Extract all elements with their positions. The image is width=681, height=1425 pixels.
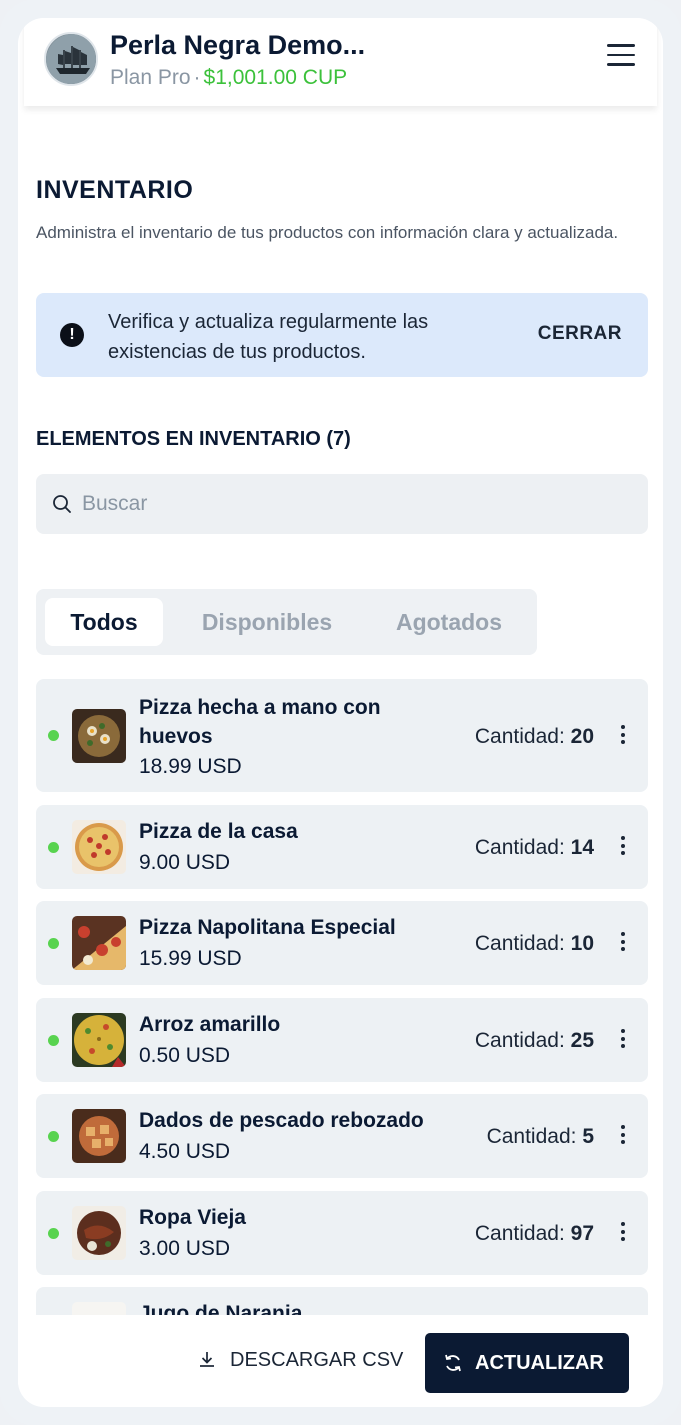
plan-name: Plan Pro (110, 66, 191, 89)
product-price: 18.99 USD (139, 755, 242, 778)
ship-logo-icon (46, 34, 96, 84)
more-vertical-icon[interactable] (618, 1029, 628, 1051)
product-quantity: Cantidad: 25 (474, 1029, 594, 1052)
product-price: 4.50 USD (139, 1140, 231, 1163)
inventory-item[interactable]: Pizza Napolitana Especial 15.99 USD Cant… (36, 901, 648, 985)
product-image (72, 1109, 126, 1163)
product-name: Ropa Vieja (139, 1206, 246, 1229)
more-vertical-icon[interactable] (618, 1125, 628, 1147)
business-avatar[interactable] (44, 32, 98, 86)
page-title: INVENTARIO (36, 176, 194, 204)
product-name-line2: huevos (139, 725, 213, 748)
product-price: 9.00 USD (139, 851, 231, 874)
product-name: Dados de pescado rebozado (139, 1109, 424, 1132)
product-price: 15.99 USD (139, 947, 242, 970)
alert-close-button[interactable]: CERRAR (538, 323, 622, 345)
bottom-action-bar: DESCARGAR CSV ACTUALIZAR (18, 1315, 663, 1407)
more-vertical-icon[interactable] (618, 725, 628, 747)
tab-disponibles[interactable]: Disponibles (182, 598, 352, 646)
more-vertical-icon[interactable] (618, 1222, 628, 1244)
status-dot (48, 842, 59, 853)
search-box (36, 474, 648, 534)
status-dot (48, 1228, 59, 1239)
alert-text: Verifica y actualiza regularmente las ex… (108, 311, 429, 363)
top-bar: Perla Negra Demo... Plan Pro · $1,001.00 C… (24, 18, 657, 106)
download-icon (200, 1352, 214, 1367)
tab-agotados[interactable]: Agotados (374, 598, 524, 646)
tab-todos[interactable]: Todos (45, 598, 163, 646)
product-image (72, 1013, 126, 1067)
search-icon (53, 495, 71, 513)
inventory-item[interactable]: Dados de pescado rebozado 4.50 USD Canti… (36, 1094, 648, 1178)
product-name: Pizza hecha a mano con (139, 696, 381, 719)
more-vertical-icon[interactable] (618, 836, 628, 858)
product-image (72, 1206, 126, 1260)
product-image (72, 820, 126, 874)
filter-tabs: Todos Disponibles Agotados (36, 589, 537, 655)
product-quantity: Cantidad: 97 (474, 1222, 594, 1245)
app-screen: Perla Negra Demo... Plan Pro · $1,001.00 C… (18, 18, 663, 1407)
product-image (72, 709, 126, 763)
product-name: Arroz amarillo (139, 1013, 281, 1036)
refresh-label: ACTUALIZAR (475, 1352, 604, 1374)
more-vertical-icon[interactable] (618, 932, 628, 954)
product-name: Pizza Napolitana Especial (139, 916, 396, 939)
refresh-button[interactable]: ACTUALIZAR (425, 1333, 629, 1393)
info-icon: ! (60, 323, 84, 347)
status-dot (48, 938, 59, 949)
product-price: 3.00 USD (139, 1237, 231, 1260)
search-input[interactable] (82, 488, 622, 520)
page-description: Administra el inventario de tus producto… (36, 223, 619, 242)
product-name: Pizza de la casa (139, 820, 298, 843)
download-csv-label: DESCARGAR CSV (230, 1349, 404, 1371)
product-quantity: Cantidad: 5 (486, 1125, 594, 1148)
refresh-icon (445, 1354, 461, 1372)
inventory-item[interactable]: Pizza de la casa 9.00 USD Cantidad: 14 (36, 805, 648, 889)
product-quantity: Cantidad: 14 (474, 836, 594, 859)
inventory-item[interactable]: Ropa Vieja 3.00 USD Cantidad: 97 (36, 1191, 648, 1275)
business-name: Perla Negra Demo... (110, 30, 366, 60)
product-quantity: Cantidad: 10 (474, 932, 594, 955)
plan-row: Plan Pro · $1,001.00 CUP (110, 66, 347, 90)
status-dot (48, 730, 59, 741)
plan-separator: · (193, 66, 201, 89)
product-price: 0.50 USD (139, 1044, 231, 1067)
download-csv-button[interactable]: DESCARGAR CSV (198, 1349, 403, 1372)
status-dot (48, 1035, 59, 1046)
inventory-item[interactable]: Pizza hecha a mano con huevos 18.99 USD … (36, 679, 648, 792)
info-alert: ! Verifica y actualiza regularmente las … (36, 293, 648, 377)
balance-amount: $1,001.00 CUP (203, 66, 348, 89)
inventory-section-title: ELEMENTOS EN INVENTARIO (7) (36, 428, 351, 450)
menu-icon[interactable] (607, 44, 635, 68)
device-frame: Perla Negra Demo... Plan Pro · $1,001.00 C… (0, 0, 681, 1425)
inventory-item[interactable]: Arroz amarillo 0.50 USD Cantidad: 25 (36, 998, 648, 1082)
product-image (72, 916, 126, 970)
status-dot (48, 1131, 59, 1142)
product-quantity: Cantidad: 20 (474, 725, 594, 748)
